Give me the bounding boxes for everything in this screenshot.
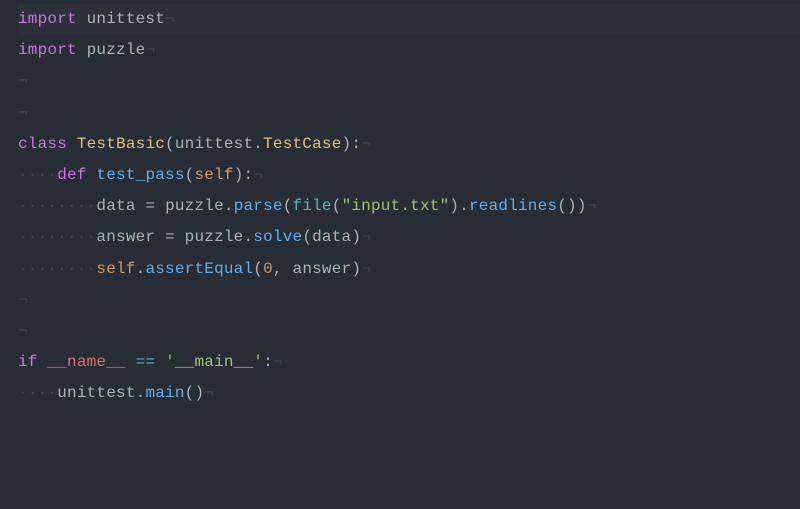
token-ident: unittest [175, 135, 253, 153]
token-str: "input.txt" [342, 197, 450, 215]
token-op: . [136, 384, 146, 402]
token-op: . [224, 197, 234, 215]
token-op: = [165, 228, 175, 246]
token-eol: ¬ [273, 353, 283, 371]
token-kw: import [18, 41, 77, 59]
token-eol: ¬ [165, 10, 175, 28]
token-kw: class [18, 135, 67, 153]
token-ident: unittest [87, 10, 165, 28]
code-line[interactable]: ········self.assertEqual(0, answer)¬ [18, 254, 800, 285]
code-line[interactable]: if __name__ == '__main__':¬ [18, 347, 800, 378]
token-ident: puzzle [165, 197, 224, 215]
token-kw: if [18, 353, 38, 371]
token-op: ( [283, 197, 293, 215]
token-cls: TestBasic [77, 135, 165, 153]
token-op-cyan: == [136, 353, 156, 371]
token-eol: ¬ [145, 41, 155, 59]
token-op [155, 353, 165, 371]
token-eol: ¬ [18, 72, 28, 90]
token-eol: ¬ [18, 291, 28, 309]
code-line[interactable]: ¬ [18, 98, 800, 129]
token-op [126, 353, 136, 371]
token-ident: answer [293, 260, 352, 278]
token-ident: puzzle [87, 41, 146, 59]
code-editor[interactable]: import unittest¬import puzzle¬¬¬class Te… [18, 4, 800, 409]
token-builtin: file [293, 197, 332, 215]
token-ws: ···· [18, 384, 57, 402]
token-op [155, 228, 165, 246]
token-op: ( [165, 135, 175, 153]
code-line[interactable]: ········answer = puzzle.solve(data)¬ [18, 222, 800, 253]
token-op: = [145, 197, 155, 215]
token-ws: ········ [18, 260, 96, 278]
token-ident: puzzle [185, 228, 244, 246]
code-line[interactable]: ····def test_pass(self):¬ [18, 160, 800, 191]
token-op: ) [351, 228, 361, 246]
token-fn: readlines [469, 197, 557, 215]
token-ident: data [312, 228, 351, 246]
code-line[interactable]: import unittest¬ [18, 4, 800, 35]
code-line[interactable]: ········data = puzzle.parse(file("input.… [18, 191, 800, 222]
token-op: ). [449, 197, 469, 215]
token-op [87, 166, 97, 184]
token-op [77, 10, 87, 28]
token-eol: ¬ [18, 322, 28, 340]
token-fn: assertEqual [145, 260, 253, 278]
token-fn: solve [253, 228, 302, 246]
token-op: , [273, 260, 293, 278]
token-op: () [185, 384, 205, 402]
token-ws: ········ [18, 197, 96, 215]
code-line[interactable]: ····unittest.main()¬ [18, 378, 800, 409]
token-op: ( [253, 260, 263, 278]
token-ws: ···· [18, 166, 57, 184]
token-op [77, 41, 87, 59]
token-op: ()) [557, 197, 586, 215]
code-line[interactable]: class TestBasic(unittest.TestCase):¬ [18, 129, 800, 160]
token-op: ): [234, 166, 254, 184]
token-num: 0 [263, 260, 273, 278]
token-op: : [263, 353, 273, 371]
token-op: ( [185, 166, 195, 184]
token-ident: data [96, 197, 135, 215]
token-op: ( [332, 197, 342, 215]
token-op [175, 228, 185, 246]
token-cls: TestCase [263, 135, 341, 153]
token-eol: ¬ [361, 135, 371, 153]
token-eol: ¬ [361, 260, 371, 278]
code-line[interactable]: ¬ [18, 66, 800, 97]
token-op: ): [342, 135, 362, 153]
token-kw: import [18, 10, 77, 28]
token-kw: def [57, 166, 86, 184]
token-op: ( [302, 228, 312, 246]
token-op [38, 353, 48, 371]
token-param: self [96, 260, 135, 278]
token-eol: ¬ [361, 228, 371, 246]
token-eol: ¬ [18, 104, 28, 122]
token-str: '__main__' [165, 353, 263, 371]
token-param: self [194, 166, 233, 184]
token-eol: ¬ [253, 166, 263, 184]
token-op: . [243, 228, 253, 246]
token-eol: ¬ [587, 197, 597, 215]
token-fn: test_pass [96, 166, 184, 184]
token-ident: answer [96, 228, 155, 246]
token-op: . [253, 135, 263, 153]
token-red: __name__ [47, 353, 125, 371]
code-line[interactable]: ¬ [18, 285, 800, 316]
token-ws: ········ [18, 228, 96, 246]
token-ident: unittest [57, 384, 135, 402]
token-op [67, 135, 77, 153]
code-line[interactable]: import puzzle¬ [18, 35, 800, 66]
code-line[interactable]: ¬ [18, 316, 800, 347]
token-eol: ¬ [204, 384, 214, 402]
token-op [155, 197, 165, 215]
token-op: . [136, 260, 146, 278]
token-fn: main [145, 384, 184, 402]
token-fn: parse [234, 197, 283, 215]
token-op [136, 197, 146, 215]
token-op: ) [351, 260, 361, 278]
